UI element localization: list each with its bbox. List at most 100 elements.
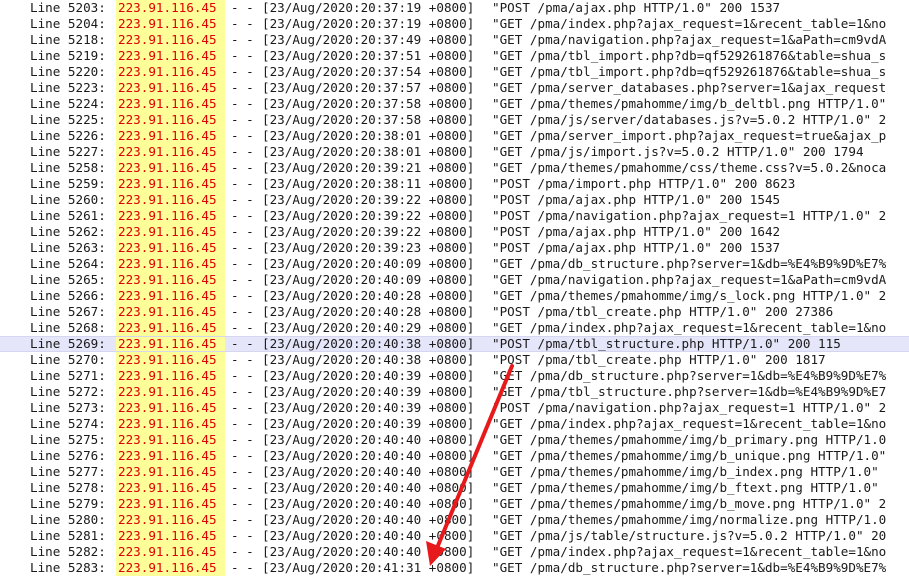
log-line[interactable]: Line 5262: 223.91.116.45 - - [23/Aug/2020:2… bbox=[0, 224, 909, 240]
ident-dashes: - - bbox=[231, 432, 254, 447]
log-line[interactable]: Line 5273: 223.91.116.45 - - [23/Aug/2020:2… bbox=[0, 400, 909, 416]
request-text: "GET /pma/tbl_import.php?db=qf529261876&… bbox=[492, 64, 887, 79]
line-number-label: Line 5279: bbox=[30, 496, 106, 511]
log-line[interactable]: Line 5280: 223.91.116.45 - - [23/Aug/2020:2… bbox=[0, 512, 909, 528]
log-line[interactable]: Line 5203: 223.91.116.45 - - [23/Aug/2020:2… bbox=[0, 0, 909, 16]
ident-dashes: - - bbox=[231, 160, 254, 175]
ident-dashes: - - bbox=[231, 384, 254, 399]
log-line-highlighted[interactable]: Line 5269: 223.91.116.45 - - [23/Aug/2020:2… bbox=[0, 336, 909, 352]
ip-address: 223.91.116.45 bbox=[116, 560, 225, 576]
ip-address: 223.91.116.45 bbox=[116, 480, 225, 496]
ident-dashes: - - bbox=[231, 208, 254, 223]
ident-dashes: - - bbox=[231, 192, 254, 207]
log-viewer[interactable]: Line 5203: 223.91.116.45 - - [23/Aug/2020:2… bbox=[0, 0, 909, 577]
timestamp: [23/Aug/2020:20:40:28 +0800] bbox=[262, 288, 475, 303]
timestamp: [23/Aug/2020:20:40:09 +0800] bbox=[262, 256, 475, 271]
line-number-label: Line 5203: bbox=[30, 0, 106, 15]
ip-address: 223.91.116.45 bbox=[116, 384, 225, 400]
line-number-label: Line 5266: bbox=[30, 288, 106, 303]
log-line[interactable]: Line 5275: 223.91.116.45 - - [23/Aug/2020:2… bbox=[0, 432, 909, 448]
log-line[interactable]: Line 5220: 223.91.116.45 - - [23/Aug/2020:2… bbox=[0, 64, 909, 80]
log-line[interactable]: Line 5204: 223.91.116.45 - - [23/Aug/2020:2… bbox=[0, 16, 909, 32]
log-line[interactable]: Line 5270: 223.91.116.45 - - [23/Aug/2020:2… bbox=[0, 352, 909, 368]
line-number-label: Line 5283: bbox=[30, 560, 106, 575]
request-text: "POST /pma/ajax.php HTTP/1.0" 200 1545 bbox=[492, 192, 781, 207]
log-line[interactable]: Line 5219: 223.91.116.45 - - [23/Aug/2020:2… bbox=[0, 48, 909, 64]
line-number-label: Line 5281: bbox=[30, 528, 106, 543]
ident-dashes: - - bbox=[231, 416, 254, 431]
log-line[interactable]: Line 5225: 223.91.116.45 - - [23/Aug/2020:2… bbox=[0, 112, 909, 128]
ident-dashes: - - bbox=[231, 224, 254, 239]
ip-address: 223.91.116.45 bbox=[116, 192, 225, 208]
ident-dashes: - - bbox=[231, 512, 254, 527]
timestamp: [23/Aug/2020:20:39:22 +0800] bbox=[262, 208, 475, 223]
timestamp: [23/Aug/2020:20:37:49 +0800] bbox=[262, 32, 475, 47]
request-text: "GET /pma/tbl_structure.php?server=1&db=… bbox=[492, 384, 887, 399]
log-line[interactable]: Line 5223: 223.91.116.45 - - [23/Aug/2020:2… bbox=[0, 80, 909, 96]
log-line[interactable]: Line 5227: 223.91.116.45 - - [23/Aug/2020:2… bbox=[0, 144, 909, 160]
log-line[interactable]: Line 5265: 223.91.116.45 - - [23/Aug/2020:2… bbox=[0, 272, 909, 288]
log-line[interactable]: Line 5266: 223.91.116.45 - - [23/Aug/2020:2… bbox=[0, 288, 909, 304]
timestamp: [23/Aug/2020:20:37:51 +0800] bbox=[262, 48, 475, 63]
log-line[interactable]: Line 5259: 223.91.116.45 - - [23/Aug/2020:2… bbox=[0, 176, 909, 192]
timestamp: [23/Aug/2020:20:40:40 +0800] bbox=[262, 448, 475, 463]
timestamp: [23/Aug/2020:20:37:54 +0800] bbox=[262, 64, 475, 79]
log-line[interactable]: Line 5276: 223.91.116.45 - - [23/Aug/2020:2… bbox=[0, 448, 909, 464]
ip-address: 223.91.116.45 bbox=[116, 304, 225, 320]
request-text: "POST /pma/navigation.php?ajax_request=1… bbox=[492, 400, 887, 415]
timestamp: [23/Aug/2020:20:39:21 +0800] bbox=[262, 160, 475, 175]
line-number-label: Line 5219: bbox=[30, 48, 106, 63]
line-number-label: Line 5224: bbox=[30, 96, 106, 111]
ip-address: 223.91.116.45 bbox=[116, 112, 225, 128]
request-text: "GET /pma/themes/pmahomme/img/b_deltbl.p… bbox=[492, 96, 887, 111]
log-line[interactable]: Line 5264: 223.91.116.45 - - [23/Aug/2020:2… bbox=[0, 256, 909, 272]
timestamp: [23/Aug/2020:20:40:40 +0800] bbox=[262, 480, 475, 495]
line-number-label: Line 5264: bbox=[30, 256, 106, 271]
log-line[interactable]: Line 5277: 223.91.116.45 - - [23/Aug/2020:2… bbox=[0, 464, 909, 480]
ident-dashes: - - bbox=[231, 272, 254, 287]
log-line[interactable]: Line 5271: 223.91.116.45 - - [23/Aug/2020:2… bbox=[0, 368, 909, 384]
log-line[interactable]: Line 5218: 223.91.116.45 - - [23/Aug/2020:2… bbox=[0, 32, 909, 48]
timestamp: [23/Aug/2020:20:37:57 +0800] bbox=[262, 80, 475, 95]
ident-dashes: - - bbox=[231, 240, 254, 255]
request-text: "GET /pma/server_databases.php?server=1&… bbox=[492, 80, 887, 95]
timestamp: [23/Aug/2020:20:37:58 +0800] bbox=[262, 96, 475, 111]
request-text: "POST /pma/ajax.php HTTP/1.0" 200 1537 bbox=[492, 240, 781, 255]
log-line[interactable]: Line 5278: 223.91.116.45 - - [23/Aug/2020:2… bbox=[0, 480, 909, 496]
log-line[interactable]: Line 5279: 223.91.116.45 - - [23/Aug/2020:2… bbox=[0, 496, 909, 512]
line-number-label: Line 5273: bbox=[30, 400, 106, 415]
timestamp: [23/Aug/2020:20:37:58 +0800] bbox=[262, 112, 475, 127]
log-line[interactable]: Line 5268: 223.91.116.45 - - [23/Aug/2020:2… bbox=[0, 320, 909, 336]
ip-address: 223.91.116.45 bbox=[116, 272, 225, 288]
line-number-label: Line 5262: bbox=[30, 224, 106, 239]
ident-dashes: - - bbox=[231, 320, 254, 335]
ident-dashes: - - bbox=[231, 464, 254, 479]
ident-dashes: - - bbox=[231, 368, 254, 383]
timestamp: [23/Aug/2020:20:40:29 +0800] bbox=[262, 320, 475, 335]
log-line[interactable]: Line 5261: 223.91.116.45 - - [23/Aug/2020:2… bbox=[0, 208, 909, 224]
ip-address: 223.91.116.45 bbox=[116, 544, 225, 560]
log-line[interactable]: Line 5272: 223.91.116.45 - - [23/Aug/2020:2… bbox=[0, 384, 909, 400]
request-text: "GET /pma/themes/pmahomme/img/s_lock.png… bbox=[492, 288, 887, 303]
log-line[interactable]: Line 5224: 223.91.116.45 - - [23/Aug/2020:2… bbox=[0, 96, 909, 112]
log-line[interactable]: Line 5282: 223.91.116.45 - - [23/Aug/2020:2… bbox=[0, 544, 909, 560]
log-line[interactable]: Line 5226: 223.91.116.45 - - [23/Aug/2020:2… bbox=[0, 128, 909, 144]
log-line[interactable]: Line 5283: 223.91.116.45 - - [23/Aug/2020:2… bbox=[0, 560, 909, 576]
ip-address: 223.91.116.45 bbox=[116, 496, 225, 512]
log-line[interactable]: Line 5258: 223.91.116.45 - - [23/Aug/2020:2… bbox=[0, 160, 909, 176]
timestamp: [23/Aug/2020:20:40:40 +0800] bbox=[262, 544, 475, 559]
log-line[interactable]: Line 5260: 223.91.116.45 - - [23/Aug/2020:2… bbox=[0, 192, 909, 208]
request-text: "GET /pma/server_import.php?ajax_request… bbox=[492, 128, 887, 143]
log-line[interactable]: Line 5263: 223.91.116.45 - - [23/Aug/2020:2… bbox=[0, 240, 909, 256]
log-line[interactable]: Line 5274: 223.91.116.45 - - [23/Aug/2020:2… bbox=[0, 416, 909, 432]
timestamp: [23/Aug/2020:20:40:09 +0800] bbox=[262, 272, 475, 287]
request-text: "GET /pma/db_structure.php?server=1&db=%… bbox=[492, 560, 887, 575]
request-text: "GET /pma/js/server/databases.js?v=5.0.2… bbox=[492, 112, 887, 127]
ident-dashes: - - bbox=[231, 32, 254, 47]
ip-address: 223.91.116.45 bbox=[116, 368, 225, 384]
timestamp: [23/Aug/2020:20:40:40 +0800] bbox=[262, 432, 475, 447]
ident-dashes: - - bbox=[231, 400, 254, 415]
log-line[interactable]: Line 5281: 223.91.116.45 - - [23/Aug/2020:2… bbox=[0, 528, 909, 544]
request-text: "GET /pma/navigation.php?ajax_request=1&… bbox=[492, 32, 887, 47]
log-line[interactable]: Line 5267: 223.91.116.45 - - [23/Aug/2020:2… bbox=[0, 304, 909, 320]
